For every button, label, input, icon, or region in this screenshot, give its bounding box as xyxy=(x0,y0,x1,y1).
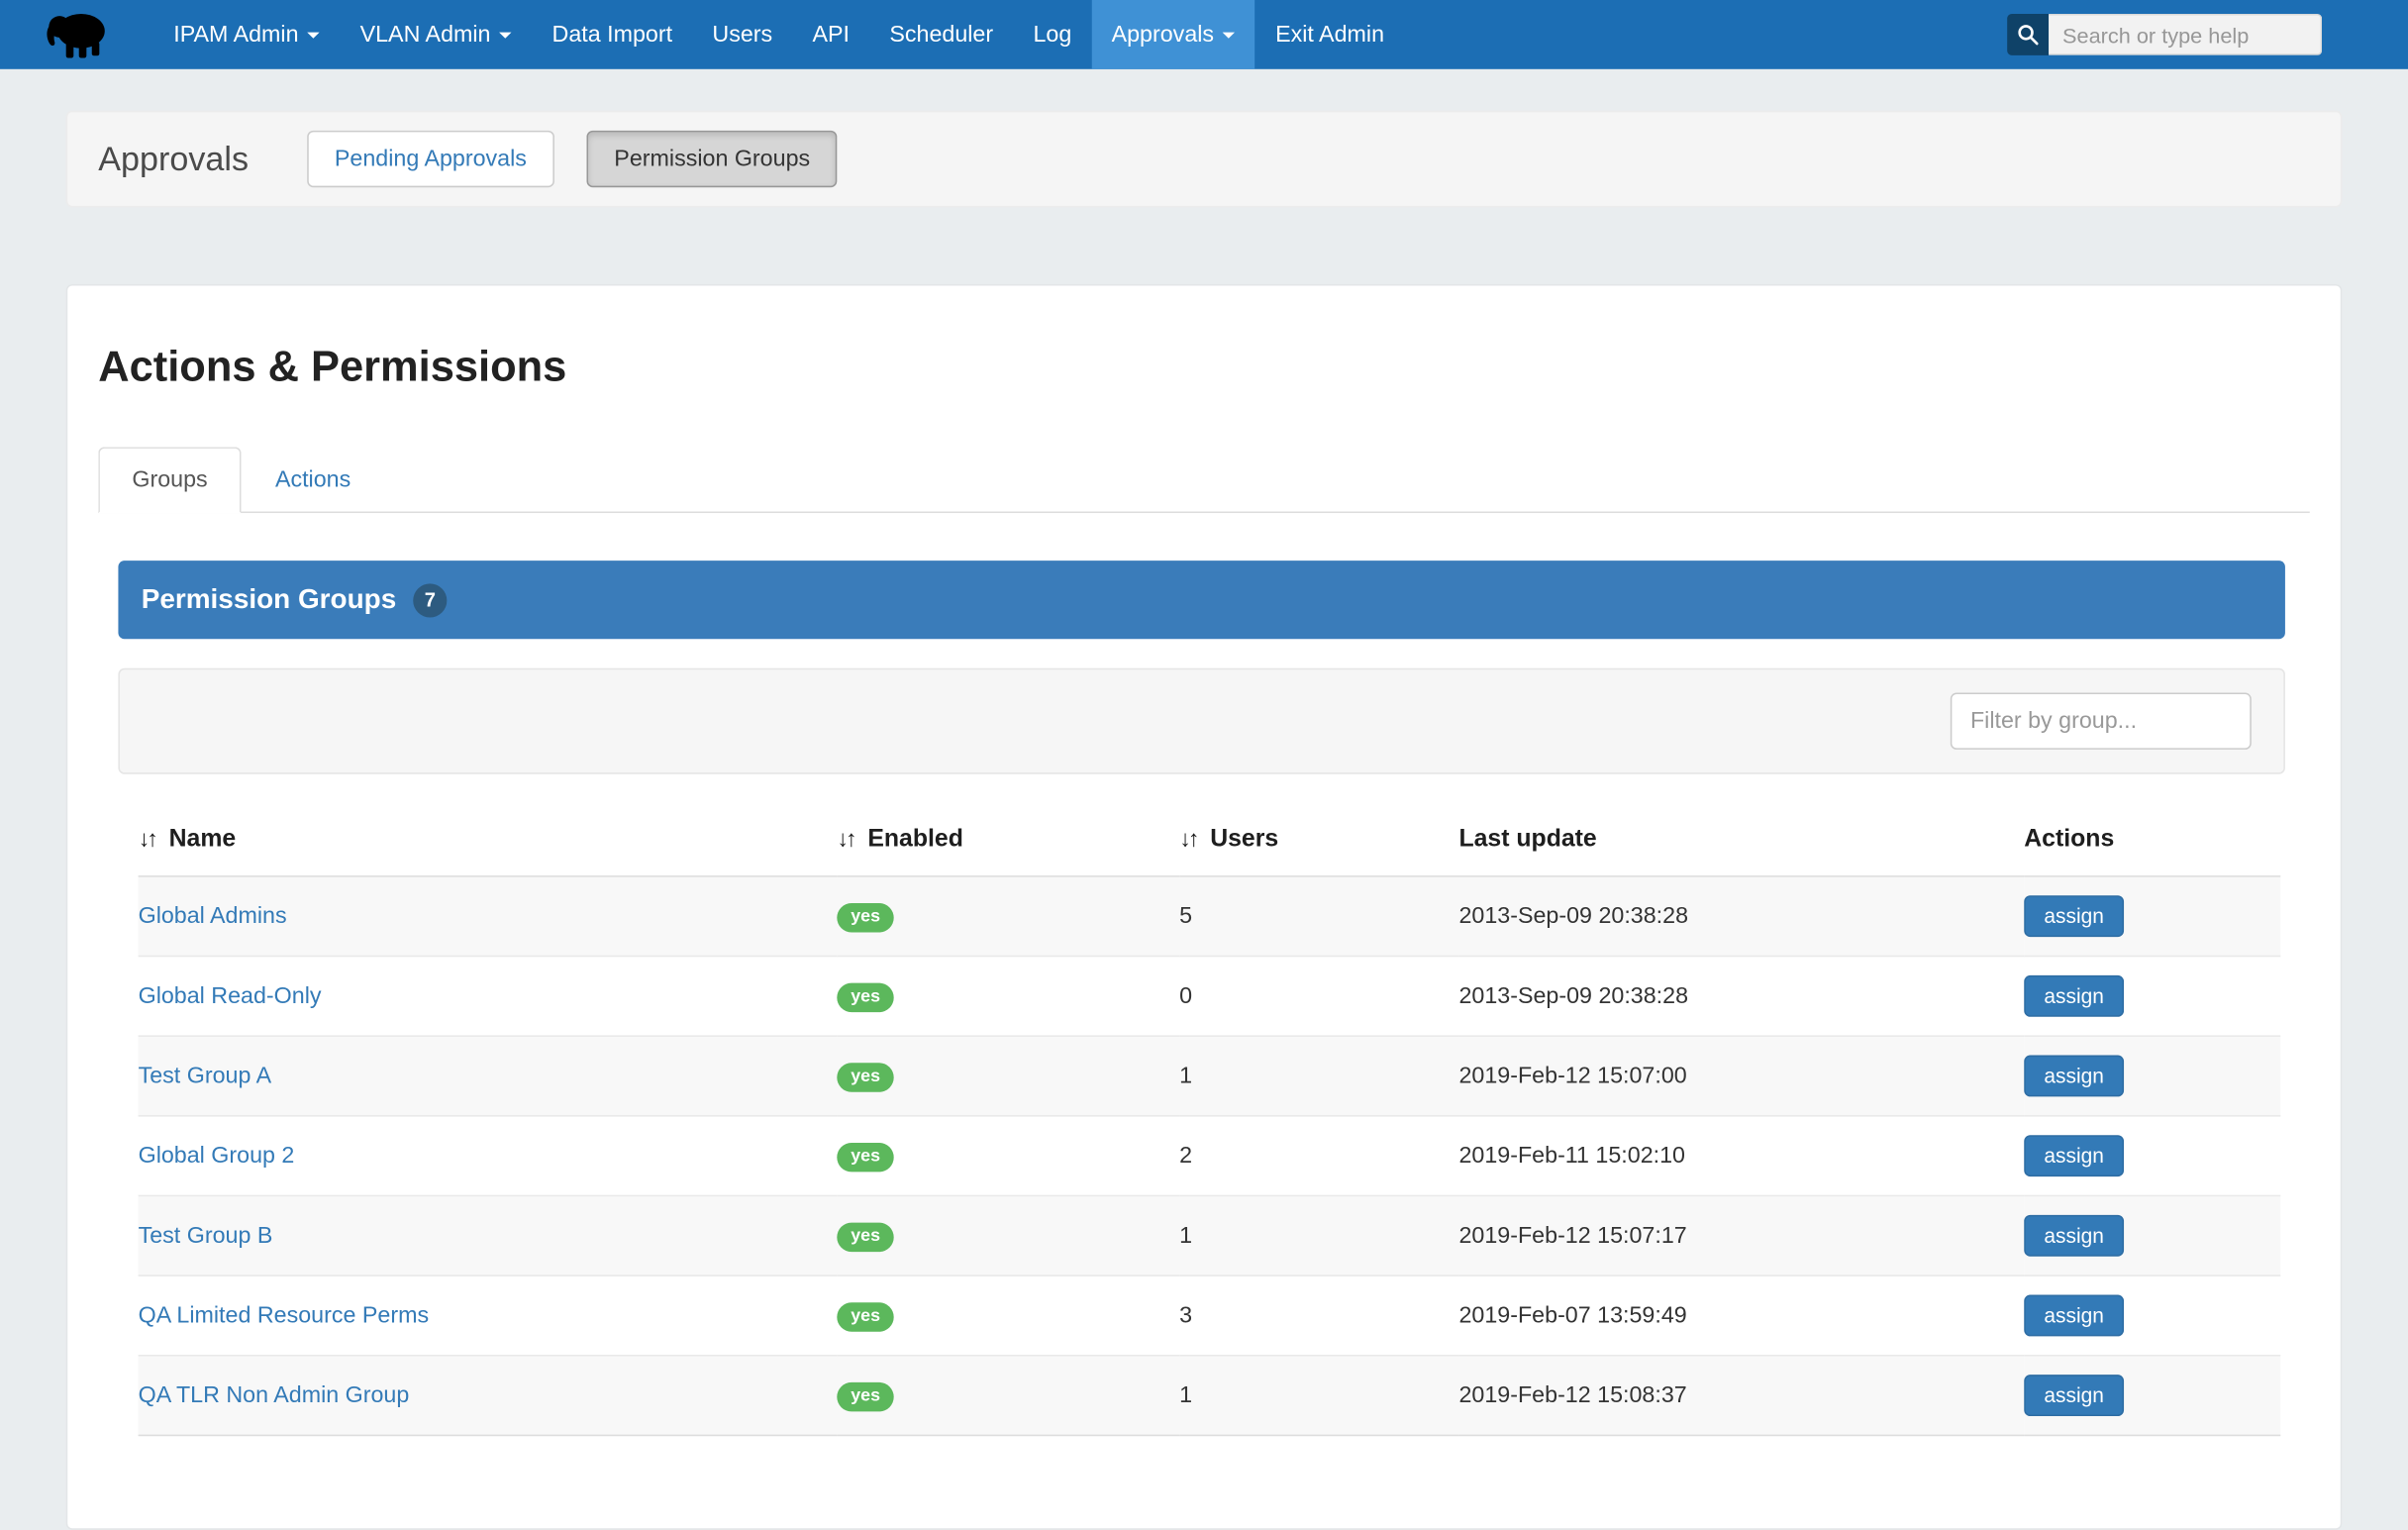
table-toolbar xyxy=(118,668,2284,774)
top-navbar: IPAM Admin VLAN Admin Data Import Users … xyxy=(0,0,2408,69)
last-update: 2013-Sep-09 20:38:28 xyxy=(1458,876,2024,957)
nav-item-scheduler[interactable]: Scheduler xyxy=(869,0,1013,69)
nav-item-label: Scheduler xyxy=(889,22,993,48)
group-link[interactable]: Test Group A xyxy=(139,1063,272,1088)
users-count: 3 xyxy=(1179,1275,1458,1356)
table-row: Test Group A yes 1 2019-Feb-12 15:07:00 … xyxy=(139,1036,2281,1116)
enabled-badge: yes xyxy=(837,1301,894,1330)
assign-button[interactable]: assign xyxy=(2024,1215,2124,1257)
nav-item-data-import[interactable]: Data Import xyxy=(532,0,692,69)
group-link[interactable]: Global Group 2 xyxy=(139,1143,295,1169)
assign-button[interactable]: assign xyxy=(2024,1375,2124,1416)
group-link[interactable]: QA TLR Non Admin Group xyxy=(139,1382,410,1408)
permission-groups-table: ↓↑ Name ↓↑ Enabled ↓↑ Users Last update Act… xyxy=(139,789,2281,1436)
search-input[interactable] xyxy=(2049,14,2322,55)
table-row: Test Group B yes 1 2019-Feb-12 15:07:17 … xyxy=(139,1195,2281,1275)
nav-item-users[interactable]: Users xyxy=(692,0,792,69)
column-label: Enabled xyxy=(867,826,963,852)
last-update: 2019-Feb-12 15:08:37 xyxy=(1458,1356,2024,1436)
nav-item-label: Exit Admin xyxy=(1275,22,1384,48)
assign-button[interactable]: assign xyxy=(2024,1135,2124,1176)
enabled-badge: yes xyxy=(837,902,894,931)
group-link[interactable]: Global Admins xyxy=(139,903,287,929)
group-link[interactable]: QA Limited Resource Perms xyxy=(139,1302,430,1328)
panel-header: Permission Groups 7 xyxy=(118,561,2284,639)
caret-down-icon xyxy=(1223,32,1235,38)
nav-item-label: IPAM Admin xyxy=(173,22,298,48)
count-badge: 7 xyxy=(413,583,447,617)
approvals-header-card: Approvals Pending Approvals Permission G… xyxy=(66,111,2343,208)
users-count: 1 xyxy=(1179,1356,1458,1436)
nav-item-label: Users xyxy=(712,22,772,48)
column-header-enabled[interactable]: ↓↑ Enabled xyxy=(837,789,1179,876)
nav-item-exit-admin[interactable]: Exit Admin xyxy=(1255,0,1404,69)
panel-title: Permission Groups xyxy=(142,583,397,616)
app-logo-icon[interactable] xyxy=(40,0,113,69)
users-count: 0 xyxy=(1179,957,1458,1037)
filter-input[interactable] xyxy=(1951,693,2252,750)
enabled-badge: yes xyxy=(837,982,894,1011)
last-update: 2019-Feb-12 15:07:17 xyxy=(1458,1195,2024,1275)
table-header-row: ↓↑ Name ↓↑ Enabled ↓↑ Users Last update Act… xyxy=(139,789,2281,876)
tab-bar: Groups Actions xyxy=(98,447,2309,513)
column-label: Actions xyxy=(2024,826,2114,852)
caret-down-icon xyxy=(500,32,512,38)
table-row: Global Read-Only yes 0 2013-Sep-09 20:38… xyxy=(139,957,2281,1037)
column-label: Last update xyxy=(1458,826,1596,852)
column-label: Name xyxy=(169,826,237,852)
table-row: QA TLR Non Admin Group yes 1 2019-Feb-12… xyxy=(139,1356,2281,1436)
nav-item-log[interactable]: Log xyxy=(1013,0,1091,69)
enabled-badge: yes xyxy=(837,1142,894,1171)
nav-item-vlan-admin[interactable]: VLAN Admin xyxy=(340,0,532,69)
nav-item-ipam-admin[interactable]: IPAM Admin xyxy=(153,0,340,69)
sort-icon[interactable]: ↓↑ xyxy=(1179,826,1196,852)
permission-groups-button[interactable]: Permission Groups xyxy=(586,131,838,187)
last-update: 2013-Sep-09 20:38:28 xyxy=(1458,957,2024,1037)
page-title: Approvals xyxy=(98,139,249,178)
nav-item-label: VLAN Admin xyxy=(360,22,491,48)
navbar-search xyxy=(2007,14,2322,55)
sort-icon[interactable]: ↓↑ xyxy=(837,826,853,852)
assign-button[interactable]: assign xyxy=(2024,975,2124,1017)
page: IPAM Admin VLAN Admin Data Import Users … xyxy=(0,0,2408,1382)
users-count: 5 xyxy=(1179,876,1458,957)
table-row: Global Admins yes 5 2013-Sep-09 20:38:28… xyxy=(139,876,2281,957)
group-link[interactable]: Test Group B xyxy=(139,1223,273,1249)
users-count: 1 xyxy=(1179,1036,1458,1116)
group-link[interactable]: Global Read-Only xyxy=(139,983,322,1009)
nav-item-label: Approvals xyxy=(1112,22,1214,48)
column-header-last-update: Last update xyxy=(1458,789,2024,876)
assign-button[interactable]: assign xyxy=(2024,1295,2124,1337)
nav-item-api[interactable]: API xyxy=(792,0,869,69)
assign-button[interactable]: assign xyxy=(2024,1056,2124,1097)
last-update: 2019-Feb-11 15:02:10 xyxy=(1458,1116,2024,1196)
users-count: 2 xyxy=(1179,1116,1458,1196)
search-icon[interactable] xyxy=(2007,14,2049,55)
actions-permissions-card: Actions & Permissions Groups Actions Per… xyxy=(66,284,2343,1530)
enabled-badge: yes xyxy=(837,1063,894,1091)
tab-groups[interactable]: Groups xyxy=(98,447,242,513)
column-header-name[interactable]: ↓↑ Name xyxy=(139,789,838,876)
section-title: Actions & Permissions xyxy=(98,343,2309,392)
nav-item-label: Data Import xyxy=(552,22,673,48)
last-update: 2019-Feb-12 15:07:00 xyxy=(1458,1036,2024,1116)
tab-actions[interactable]: Actions xyxy=(242,447,385,513)
nav-item-label: Log xyxy=(1033,22,1071,48)
users-count: 1 xyxy=(1179,1195,1458,1275)
last-update: 2019-Feb-07 13:59:49 xyxy=(1458,1275,2024,1356)
nav-menu: IPAM Admin VLAN Admin Data Import Users … xyxy=(153,0,1404,69)
caret-down-icon xyxy=(308,32,320,38)
table-row: QA Limited Resource Perms yes 3 2019-Feb… xyxy=(139,1275,2281,1356)
column-header-users[interactable]: ↓↑ Users xyxy=(1179,789,1458,876)
enabled-badge: yes xyxy=(837,1222,894,1251)
enabled-badge: yes xyxy=(837,1381,894,1410)
sort-icon[interactable]: ↓↑ xyxy=(139,826,155,852)
pending-approvals-button[interactable]: Pending Approvals xyxy=(307,131,554,187)
nav-item-label: API xyxy=(813,22,851,48)
table-row: Global Group 2 yes 2 2019-Feb-11 15:02:1… xyxy=(139,1116,2281,1196)
column-label: Users xyxy=(1210,826,1278,852)
nav-item-approvals[interactable]: Approvals xyxy=(1091,0,1254,69)
column-header-actions: Actions xyxy=(2024,789,2280,876)
assign-button[interactable]: assign xyxy=(2024,895,2124,937)
